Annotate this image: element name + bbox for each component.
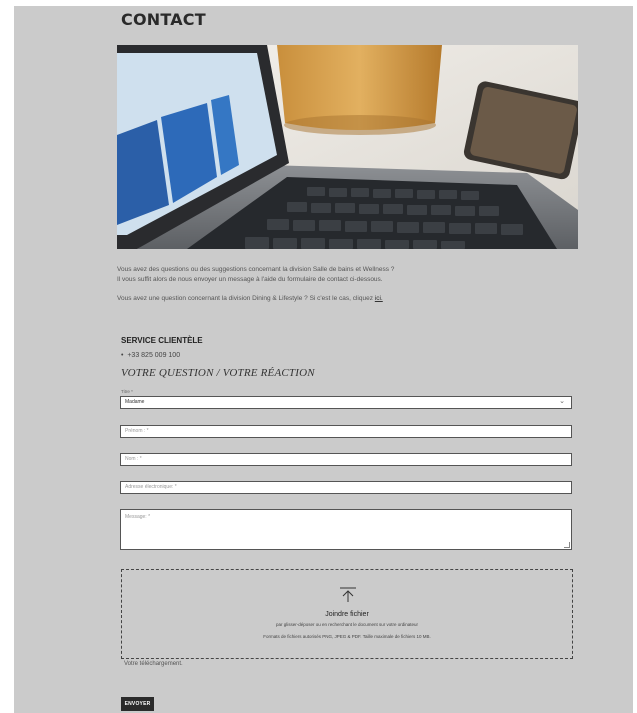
submit-button[interactable]: ENVOYER xyxy=(121,697,154,711)
resize-handle-icon[interactable] xyxy=(564,542,570,548)
upload-arrow-icon xyxy=(340,587,356,602)
attach-file-title: Joindre fichier xyxy=(325,611,369,618)
title-field-label: Titre * xyxy=(121,389,133,394)
phone-number[interactable]: +33 825 009 100 xyxy=(127,352,180,359)
file-dropzone[interactable]: Joindre fichier par glisser-déposer ou e… xyxy=(121,569,573,659)
form-section-title: VOTRE QUESTION / VOTRE RÉACTION xyxy=(121,367,315,379)
bullet-icon: • xyxy=(121,352,124,359)
dining-lifestyle-link[interactable]: ici. xyxy=(375,295,383,302)
message-placeholder: Message: * xyxy=(125,514,151,520)
hero-image xyxy=(117,45,578,249)
email-field[interactable]: Adresse électronique: * xyxy=(120,481,572,494)
title-select[interactable]: Madame ⌄ xyxy=(120,396,572,409)
chevron-down-icon: ⌄ xyxy=(559,398,565,405)
attach-file-subtitle: par glisser-déposer ou en recherchant le… xyxy=(275,622,419,627)
intro-line-2: Il vous suffit alors de nous envoyer un … xyxy=(117,276,383,283)
customer-service-phone: • +33 825 009 100 xyxy=(121,352,180,359)
intro-line-1: Vous avez des questions ou des suggestio… xyxy=(117,266,395,273)
title-select-value: Madame xyxy=(125,399,145,405)
intro-text: Vous avez des questions ou des suggestio… xyxy=(117,265,587,304)
customer-service-title: SERVICE CLIENTÈLE xyxy=(121,336,203,345)
message-field[interactable]: Message: * xyxy=(120,509,572,550)
intro-line-3: Vous avez une question concernant la div… xyxy=(117,295,373,302)
firstname-field[interactable]: Prénom : * xyxy=(120,425,572,438)
attach-file-formats: Formats de fichiers autorisés PNG, JPEG … xyxy=(263,634,431,639)
lastname-field[interactable]: Nom : * xyxy=(120,453,572,466)
page-title: CONTACT xyxy=(121,10,206,29)
upload-status: Votre téléchargement. xyxy=(124,661,183,667)
